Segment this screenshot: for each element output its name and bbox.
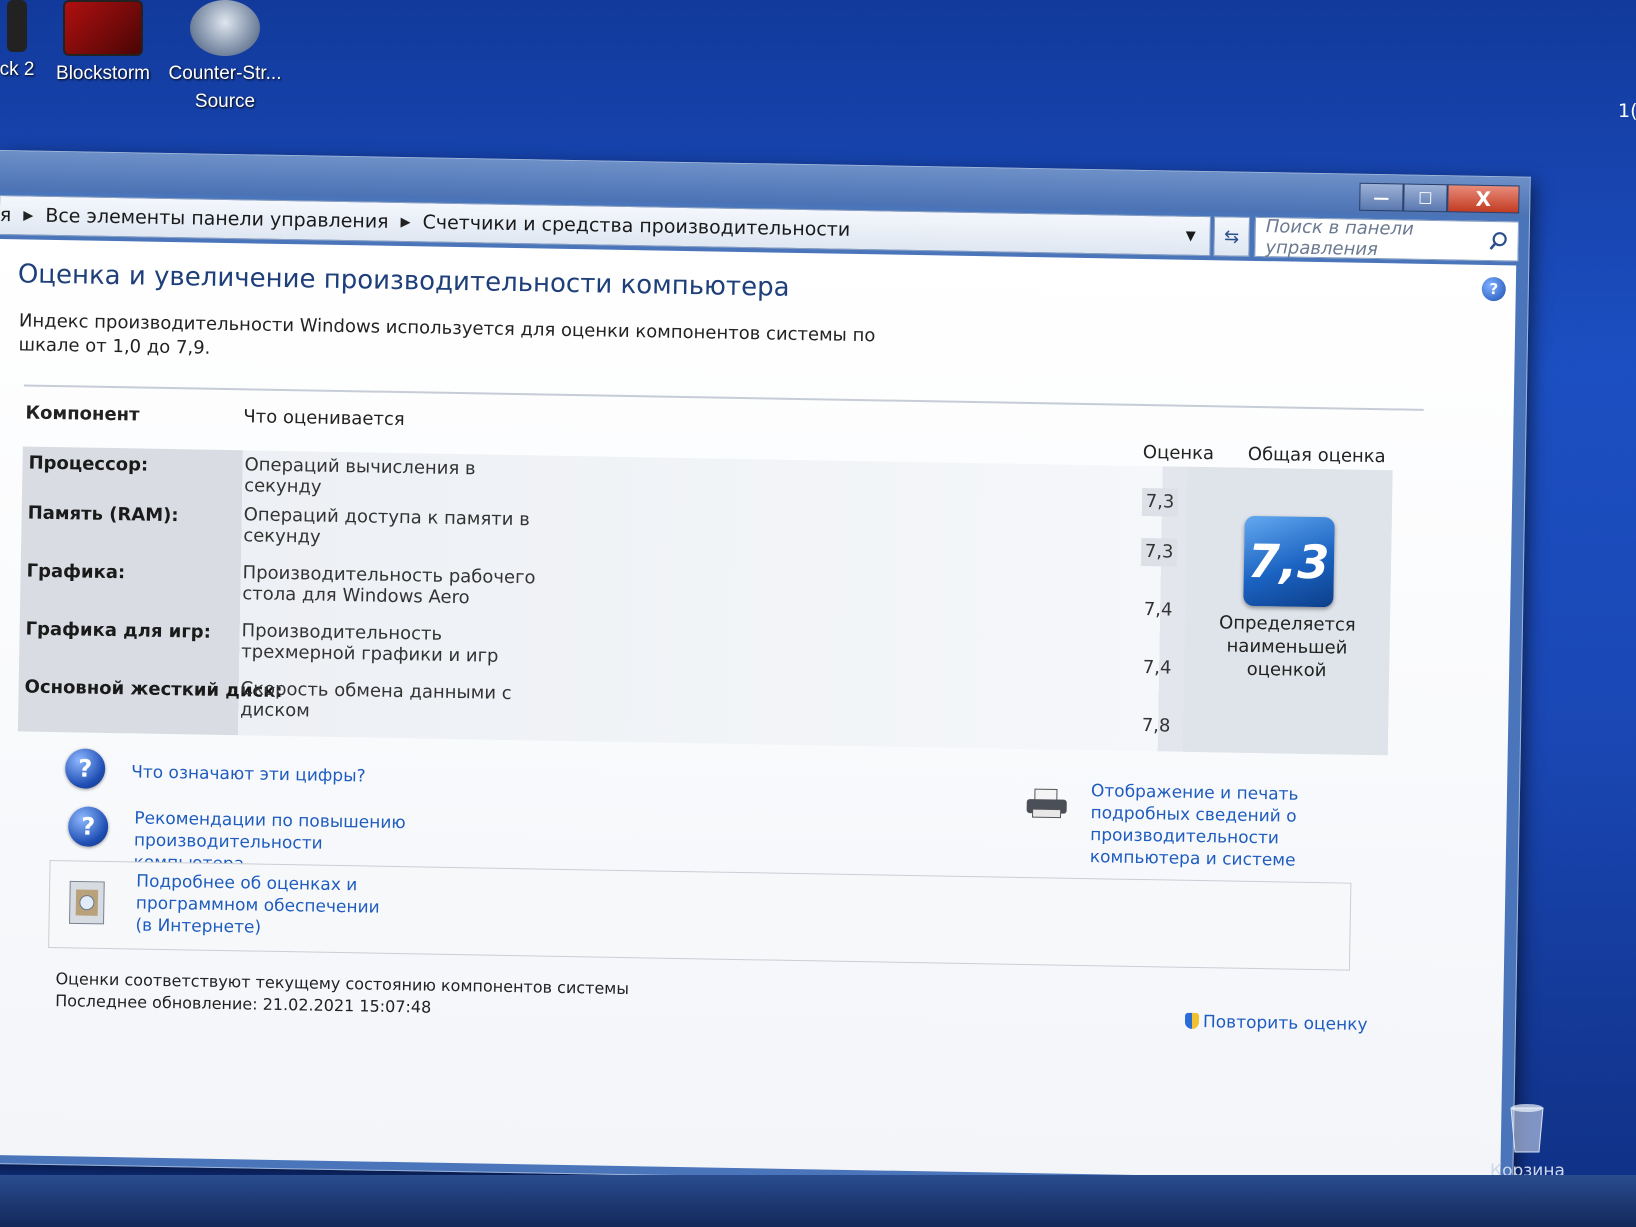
help-question-icon: ? bbox=[64, 748, 106, 789]
search-icon[interactable] bbox=[1487, 230, 1509, 252]
software-box-icon bbox=[69, 880, 105, 925]
recycle-bin-icon bbox=[1510, 1104, 1544, 1153]
desktop-icon-label: Blockstorm bbox=[56, 63, 150, 84]
blockstorm-icon bbox=[63, 0, 143, 56]
component-score: 7,3 bbox=[1141, 487, 1179, 517]
breadcrumb-item[interactable]: Счетчики и средства производительности bbox=[422, 211, 850, 240]
column-header-what: Что оценивается bbox=[243, 406, 405, 431]
shield-icon bbox=[1184, 1012, 1200, 1030]
component-name: Процессор: bbox=[28, 452, 149, 476]
breadcrumb-item[interactable]: Все элементы панели управления bbox=[45, 205, 389, 233]
component-score: 7,4 bbox=[1142, 657, 1172, 679]
retry-assessment-link[interactable]: Повторить оценку bbox=[1184, 1012, 1368, 1035]
link-what-numbers-mean[interactable]: Что означают эти цифры? bbox=[131, 761, 366, 787]
counter-strike-icon bbox=[190, 0, 260, 56]
desktop-icon-partial[interactable]: ck 2 bbox=[0, 0, 42, 84]
component-score: 7,4 bbox=[1143, 599, 1173, 621]
desktop-icon-recycle-bin[interactable]: Корзина bbox=[1490, 1100, 1565, 1181]
component-what: Производительность трехмерной графики и … bbox=[241, 620, 499, 667]
score-rows: Процессор: Операций вычисления в секунду… bbox=[17, 446, 1393, 756]
column-header-score: Оценка bbox=[1142, 441, 1215, 465]
status-text: Оценки соответствуют текущему состоянию … bbox=[55, 968, 629, 1022]
component-what: Операций вычисления в секунду bbox=[243, 454, 476, 498]
overall-score-badge: 7,3 bbox=[1242, 515, 1335, 608]
maximize-button[interactable]: ☐ bbox=[1403, 183, 1448, 213]
refresh-button[interactable]: ⇆ bbox=[1213, 216, 1251, 257]
column-header-overall: Общая оценка bbox=[1247, 443, 1386, 468]
component-score: 7,3 bbox=[1140, 537, 1178, 567]
divider bbox=[23, 384, 1424, 411]
more-info-box: Подробнее об оценках и программном обесп… bbox=[48, 859, 1352, 971]
clock-fragment: 1( bbox=[1618, 100, 1636, 122]
overall-score-panel: 7,3 Определяется наименьшей оценкой bbox=[1182, 466, 1393, 756]
printer-icon bbox=[1026, 788, 1067, 819]
component-what: Операций доступа к памяти в секунду bbox=[243, 504, 530, 548]
desktop-icon-label-line2: Source bbox=[194, 91, 256, 112]
retry-label[interactable]: Повторить оценку bbox=[1203, 1012, 1368, 1035]
help-question-icon: ? bbox=[67, 806, 109, 847]
component-name: Графика для игр: bbox=[25, 618, 212, 643]
desktop-icon-label: ck 2 bbox=[0, 59, 35, 80]
component-what: Скорость обмена данными с диском bbox=[240, 678, 512, 722]
page-title: Оценка и увеличение производительности к… bbox=[17, 259, 790, 303]
help-icon[interactable]: ? bbox=[1481, 276, 1507, 302]
search-input[interactable]: Поиск в панели управления bbox=[1255, 216, 1488, 262]
dropdown-arrow-icon[interactable]: ▼ bbox=[1186, 228, 1196, 243]
component-score: 7,8 bbox=[1141, 715, 1171, 737]
component-name: Память (RAM): bbox=[27, 502, 179, 527]
component-what: Производительность рабочего стола для Wi… bbox=[242, 562, 536, 609]
minimize-button[interactable]: — bbox=[1359, 182, 1404, 212]
link-more-info-online[interactable]: Подробнее об оценках и программном обесп… bbox=[135, 870, 396, 941]
desktop-icon-counter-strike[interactable]: Counter-Str... Source bbox=[160, 0, 290, 116]
breadcrumb-chevron-icon[interactable]: ▶ bbox=[23, 208, 33, 223]
score-table: Компонент Что оценивается Оценка Общая о… bbox=[17, 384, 1424, 758]
main-content: ? Оценка и увеличение производительности… bbox=[0, 238, 1517, 1182]
page-description: Индекс производительности Windows исполь… bbox=[18, 310, 876, 359]
refresh-icon: ⇆ bbox=[1223, 225, 1240, 248]
component-name: Графика: bbox=[26, 560, 126, 584]
caption-buttons: — ☐ X bbox=[1359, 182, 1520, 214]
desktop-icon-label: Counter-Str... bbox=[168, 63, 282, 84]
control-panel-window: — ☐ X я ▶ Все элементы панели управления… bbox=[0, 150, 1531, 1191]
close-button[interactable]: X bbox=[1447, 184, 1520, 214]
desktop-icon-blockstorm[interactable]: Blockstorm bbox=[48, 0, 158, 88]
search-field[interactable]: Поиск в панели управления bbox=[1254, 216, 1519, 262]
overall-score-caption: Определяется наименьшей оценкой bbox=[1218, 612, 1356, 682]
link-print-details[interactable]: Отображение и печать подробных сведений … bbox=[1090, 780, 1381, 873]
breadcrumb-chevron-icon[interactable]: ▶ bbox=[400, 215, 410, 230]
column-header-component: Компонент bbox=[25, 402, 140, 426]
breadcrumb-item[interactable]: я bbox=[0, 204, 11, 226]
taskbar[interactable] bbox=[0, 1175, 1636, 1227]
game-icon bbox=[7, 0, 27, 52]
